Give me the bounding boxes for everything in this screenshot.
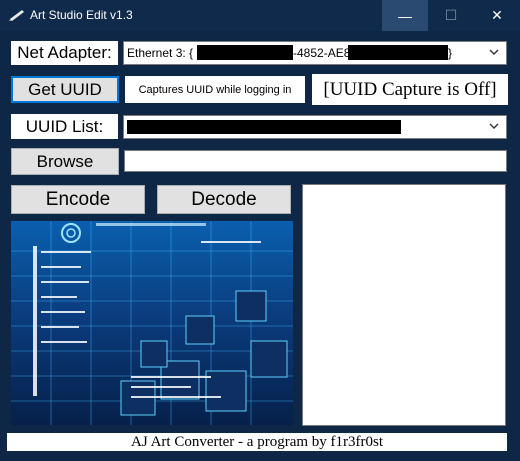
- uuid-capture-note: Captures UUID while logging in: [125, 76, 305, 103]
- client-area: Net Adapter: Ethernet 3: { -4852-AE8 } G…: [0, 31, 520, 461]
- title-bar[interactable]: Art Studio Edit v1.3 — ☐ ✕: [0, 0, 520, 31]
- window-title: Art Studio Edit v1.3: [30, 8, 133, 22]
- net-adapter-value-suffix: }: [448, 46, 453, 60]
- redacted-block: [348, 45, 448, 60]
- net-adapter-value-middle: -4852-AE8: [293, 46, 351, 60]
- minimize-button[interactable]: —: [382, 0, 428, 31]
- net-adapter-value: Ethernet 3: {: [127, 46, 193, 60]
- uuid-list-select[interactable]: [123, 115, 507, 139]
- redacted-block: [127, 120, 401, 134]
- maximize-button[interactable]: ☐: [428, 0, 474, 31]
- uuid-capture-status: [UUID Capture is Off]: [312, 74, 508, 105]
- footer-credit: AJ Art Converter - a program by f1r3fr0s…: [7, 433, 507, 451]
- close-icon: ✕: [491, 7, 503, 23]
- app-window: Art Studio Edit v1.3 — ☐ ✕ Net Adapter: …: [0, 0, 520, 461]
- net-adapter-select[interactable]: Ethernet 3: { -4852-AE8 }: [123, 41, 507, 65]
- chevron-down-icon: [489, 49, 499, 55]
- pencil-icon: [9, 10, 24, 21]
- art-preview-image: [11, 221, 293, 425]
- maximize-icon: ☐: [444, 7, 458, 23]
- encode-button[interactable]: Encode: [11, 185, 145, 214]
- minimize-icon: —: [398, 7, 412, 24]
- output-textarea[interactable]: [302, 184, 506, 426]
- browse-path-input[interactable]: [124, 150, 507, 172]
- net-adapter-label: Net Adapter:: [11, 41, 118, 65]
- net-adapter-value-prefix: Ethernet 3: {: [127, 46, 194, 60]
- get-uuid-button[interactable]: Get UUID: [11, 76, 119, 103]
- close-button[interactable]: ✕: [474, 0, 520, 31]
- cyber-art-image: [11, 221, 293, 425]
- chevron-down-icon: [489, 123, 499, 129]
- decode-button[interactable]: Decode: [157, 185, 291, 214]
- browse-button[interactable]: Browse: [11, 148, 119, 175]
- redacted-block: [197, 45, 293, 60]
- uuid-list-label: UUID List:: [11, 114, 118, 139]
